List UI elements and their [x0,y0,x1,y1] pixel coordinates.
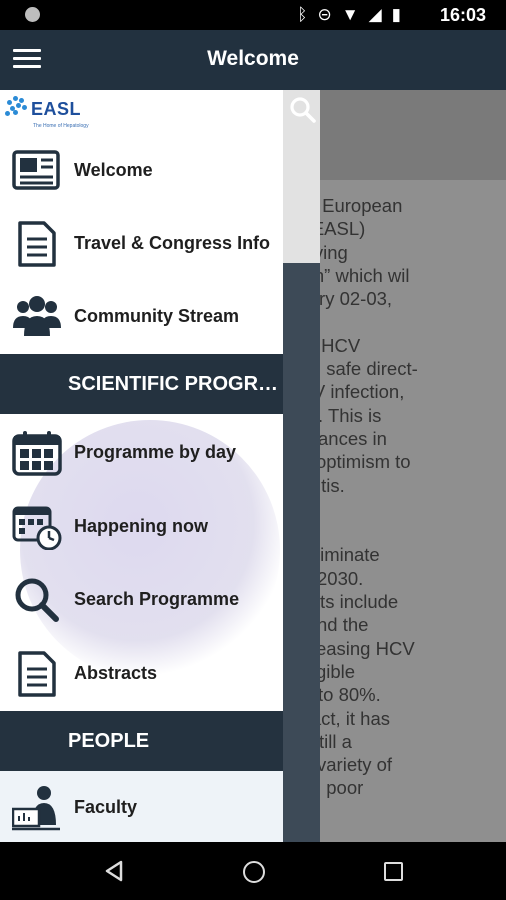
notification-dot-icon [25,7,40,22]
drawer-item-label: Travel & Congress Info [74,233,271,253]
presenter-icon [12,786,60,831]
app-bar: Welcome [0,30,506,90]
signal-icon: ◢ [368,5,382,24]
status-time: 16:03 [439,5,486,25]
wifi-icon: ▼ [341,5,359,24]
drawer-edge-shadow [283,263,320,842]
drawer-item-label: Welcome [74,160,153,180]
home-icon[interactable] [243,861,265,883]
logo-tagline: The Home of Hepatology [33,123,89,129]
section-header-scientific-programme: SCIENTIFIC PROGR… [0,354,283,414]
recent-apps-icon[interactable] [384,862,403,881]
back-icon[interactable] [104,860,124,882]
newspaper-icon [12,150,60,190]
logo-text: EASL [31,99,82,119]
do-not-disturb-icon: ⊝ [317,5,332,24]
document-icon [18,221,56,267]
system-navigation-bar [0,842,506,900]
drawer-item-programme-by-day[interactable]: Programme by day [0,416,283,489]
drawer-item-community-stream[interactable]: Community Stream [0,280,283,353]
navigation-drawer: EASL The Home of Hepatology Welcome Trav… [0,90,283,842]
drawer-item-abstracts[interactable]: Abstracts [0,637,283,710]
search-icon[interactable] [289,96,317,124]
status-icons: ᛒ ⊝ ▼ ◢ ▮ [297,5,401,25]
drawer-item-label: Community Stream [74,306,240,326]
section-label: SCIENTIFIC PROGR… [68,373,279,395]
section-header-people: PEOPLE [0,711,283,771]
calendar-clock-icon [12,506,62,550]
status-bar: ᛒ ⊝ ▼ ◢ ▮ 16:03 [0,0,506,30]
drawer-item-happening-now[interactable]: Happening now [0,490,283,563]
drawer-item-faculty[interactable]: Faculty [0,771,283,842]
drawer-item-welcome[interactable]: Welcome [0,134,283,207]
drawer-item-label: Programme by day [74,442,237,462]
search-icon [15,578,59,622]
section-label: PEOPLE [68,730,150,752]
bluetooth-icon: ᛒ [297,5,308,24]
drawer-item-label: Search Programme [74,589,240,609]
calendar-icon [12,431,62,476]
page-title: Welcome [207,47,299,70]
battery-icon: ▮ [391,5,401,24]
drawer-item-search-programme[interactable]: Search Programme [0,563,283,636]
drawer-item-label: Abstracts [74,663,158,683]
easl-logo: EASL The Home of Hepatology [5,94,89,134]
drawer-item-label: Faculty [74,797,138,817]
document-icon [18,651,56,697]
people-group-icon [13,296,61,336]
drawer-item-travel-congress-info[interactable]: Travel & Congress Info [0,207,283,280]
drawer-item-label: Happening now [74,516,208,536]
logo-dots [5,94,29,116]
